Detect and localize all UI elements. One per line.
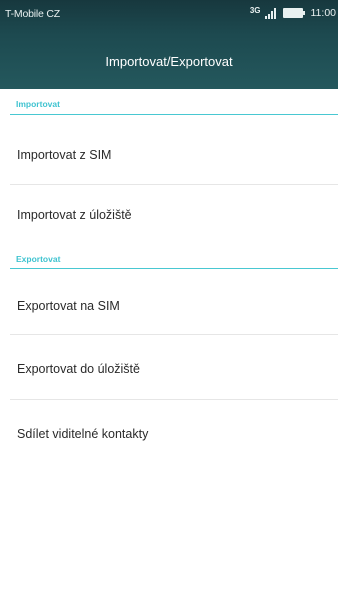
list-divider [10,334,338,335]
page-title: Importovat/Exportovat [105,54,233,69]
export-to-storage-item[interactable]: Exportovat do úložiště [17,362,140,376]
section-divider-export [10,268,338,269]
section-header-import: Importovat [16,99,60,109]
network-type-label: 3G [249,5,261,15]
export-to-sim-item[interactable]: Exportovat na SIM [17,299,120,313]
screen: T-Mobile CZ 3G 11:00 Importovat/Exportov… [0,0,338,613]
section-header-export: Exportovat [16,254,61,264]
status-icons: 3G 11:00 [250,6,336,20]
battery-icon [282,8,305,18]
import-from-storage-item[interactable]: Importovat z úložiště [17,208,132,222]
section-divider-import [10,114,338,115]
signal-icon [264,7,276,19]
clock: 11:00 [310,7,337,19]
app-header: T-Mobile CZ 3G 11:00 Importovat/Exportov… [0,0,338,89]
share-visible-contacts-item[interactable]: Sdílet viditelné kontakty [17,427,148,441]
list-divider [10,399,338,400]
import-from-sim-item[interactable]: Importovat z SIM [17,148,111,162]
carrier-name: T-Mobile CZ [5,8,60,20]
status-bar: T-Mobile CZ 3G 11:00 [0,0,338,28]
list-divider [10,184,338,185]
